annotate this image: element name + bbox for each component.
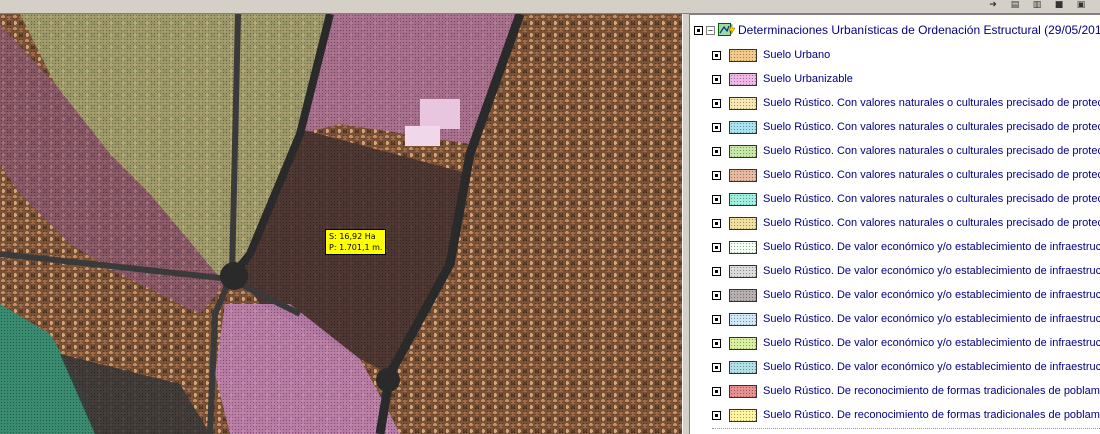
legend-item-label: Suelo Rústico. Con valores naturales o c…	[763, 97, 1100, 109]
legend-root-node[interactable]: − Determinaciones Urbanísticas de Ordena…	[694, 22, 1100, 38]
legend-item-label: Suelo Rústico. De valor económico y/o es…	[763, 361, 1100, 373]
legend-swatch	[729, 192, 757, 206]
legend-item[interactable]: Suelo Rústico. Con valores naturales o c…	[712, 191, 1100, 207]
legend-item[interactable]: Suelo Rústico. De valor económico y/o es…	[712, 359, 1100, 375]
arrow-icon[interactable]: ➜	[988, 0, 998, 10]
pan-icon[interactable]: ▤	[1010, 0, 1020, 10]
legend-swatch	[729, 168, 757, 182]
legend-item-checkbox[interactable]	[712, 290, 721, 300]
legend-panel: − Determinaciones Urbanísticas de Ordena…	[690, 14, 1100, 434]
legend-item[interactable]: Suelo Urbanizable	[712, 71, 853, 87]
legend-item[interactable]: Suelo Rústico. De valor económico y/o es…	[712, 335, 1100, 351]
map-canvas[interactable]	[0, 14, 682, 434]
legend-item-checkbox[interactable]	[712, 218, 721, 228]
legend-item-checkbox[interactable]	[712, 50, 721, 60]
legend-item-checkbox[interactable]	[712, 362, 721, 372]
hatch-overlay	[0, 14, 682, 434]
legend-item-checkbox[interactable]	[712, 170, 721, 180]
legend-item-label: Suelo Rústico. Con valores naturales o c…	[763, 217, 1100, 229]
tooltip-perimeter: P: 1.701,1 m.	[329, 243, 383, 252]
building-annex	[405, 126, 440, 146]
legend-item-label: Suelo Rústico. De valor económico y/o es…	[763, 241, 1100, 253]
legend-swatch	[729, 288, 757, 302]
layer-icon	[718, 23, 736, 37]
legend-item[interactable]: Suelo Rústico. Con valores naturales o c…	[712, 119, 1100, 135]
legend-item[interactable]: Suelo Urbano	[712, 47, 830, 63]
legend-item-checkbox[interactable]	[712, 98, 721, 108]
legend-swatch	[729, 48, 757, 62]
collapse-icon[interactable]: −	[706, 25, 715, 35]
roundabout-west	[220, 262, 248, 290]
legend-item[interactable]: Suelo Rústico. De reconocimiento de form…	[712, 383, 1100, 399]
legend-item-label: Suelo Rústico. De reconocimiento de form…	[763, 409, 1100, 421]
legend-item-label: Suelo Urbanizable	[763, 73, 853, 85]
measure-tooltip: S: 16,92 Ha P: 1.701,1 m.	[325, 229, 387, 255]
legend-item[interactable]: Suelo Rústico. De valor económico y/o es…	[712, 287, 1100, 303]
legend-item[interactable]: Suelo Rústico. De reconocimiento de form…	[712, 407, 1100, 423]
legend-item-label: Suelo Rústico. De valor económico y/o es…	[763, 289, 1100, 301]
legend-item-label: Suelo Rústico. Con valores naturales o c…	[763, 145, 1100, 157]
legend-item[interactable]: Suelo Rústico. De valor económico y/o es…	[712, 311, 1100, 327]
legend-swatch	[729, 216, 757, 230]
legend-item-label: Suelo Rústico. De valor económico y/o es…	[763, 337, 1100, 349]
legend-item-checkbox[interactable]	[712, 410, 721, 420]
legend-swatch	[729, 264, 757, 278]
legend-item-checkbox[interactable]	[712, 266, 721, 276]
toolbar: ➜ ▤ ▥ ■ ▣	[0, 0, 1100, 14]
legend-item-label: Suelo Urbano	[763, 49, 831, 61]
legend-item-checkbox[interactable]	[712, 242, 721, 252]
legend-item-checkbox[interactable]	[712, 146, 721, 156]
legend-swatch	[729, 360, 757, 374]
legend-swatch	[729, 120, 757, 134]
page-icon[interactable]: ■	[1054, 0, 1064, 10]
building-plaza	[420, 99, 460, 129]
tooltip-area: S: 16,92 Ha	[329, 232, 376, 241]
legend-swatch	[729, 240, 757, 254]
legend-item-label: Suelo Rústico. De valor económico y/o es…	[763, 313, 1100, 325]
legend-item-label: Suelo Rústico. De reconocimiento de form…	[763, 385, 1100, 397]
legend-item[interactable]: Suelo Rústico. De valor económico y/o es…	[712, 239, 1100, 255]
legend-swatch	[729, 384, 757, 398]
legend-item-checkbox[interactable]	[712, 194, 721, 204]
legend-item[interactable]: Suelo Rústico. Con valores naturales o c…	[712, 167, 1100, 183]
legend-item[interactable]: Suelo Rústico. De valor económico y/o es…	[712, 263, 1100, 279]
legend-swatch	[729, 336, 757, 350]
legend-swatch	[729, 312, 757, 326]
legend-swatch	[729, 72, 757, 86]
layers-icon[interactable]: ▥	[1032, 0, 1042, 10]
legend-item-checkbox[interactable]	[712, 122, 721, 132]
legend-item[interactable]: Suelo Rústico. Con valores naturales o c…	[712, 215, 1100, 231]
legend-swatch	[729, 144, 757, 158]
legend-item[interactable]: Suelo Rústico. Con valores naturales o c…	[712, 95, 1100, 111]
legend-item-label: Suelo Rústico. De valor económico y/o es…	[763, 265, 1100, 277]
legend-item-checkbox[interactable]	[712, 314, 721, 324]
legend-swatch	[729, 408, 757, 422]
legend-item-checkbox[interactable]	[712, 338, 721, 348]
legend-root-label: Determinaciones Urbanísticas de Ordenaci…	[738, 23, 1100, 37]
legend-item[interactable]: Suelo Rústico. Con valores naturales o c…	[712, 143, 1100, 159]
legend-item-checkbox[interactable]	[712, 386, 721, 396]
root-checkbox[interactable]	[694, 25, 703, 35]
legend-swatch	[729, 96, 757, 110]
panel-splitter[interactable]	[682, 14, 690, 434]
map-viewport[interactable]	[0, 14, 682, 434]
legend-item-label: Suelo Rústico. Con valores naturales o c…	[763, 121, 1100, 133]
roundabout-south	[376, 368, 400, 392]
copy-icon[interactable]: ▣	[1076, 0, 1086, 10]
legend-item-label: Suelo Rústico. Con valores naturales o c…	[763, 193, 1100, 205]
legend-more-row	[712, 428, 1100, 434]
legend-item-label: Suelo Rústico. Con valores naturales o c…	[763, 169, 1100, 181]
legend-item-checkbox[interactable]	[712, 74, 721, 84]
